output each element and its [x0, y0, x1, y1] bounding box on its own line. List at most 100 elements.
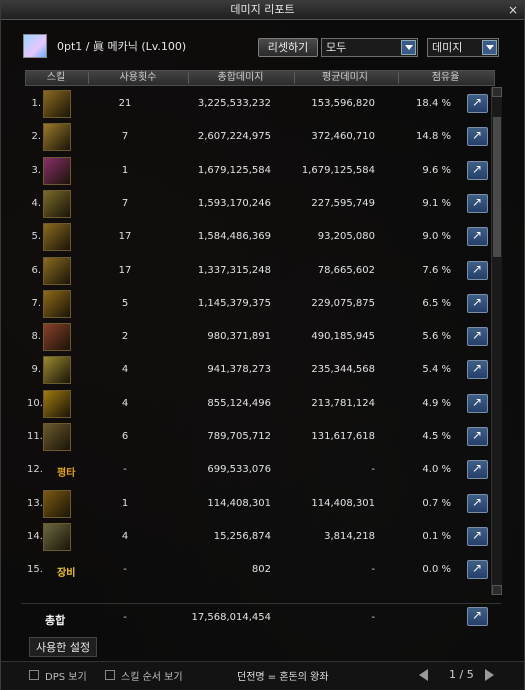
- skill-icon: [43, 323, 71, 352]
- skill-icon: [43, 423, 71, 451]
- window-title: 데미지 리포트: [230, 3, 295, 16]
- scrollbar[interactable]: [491, 87, 502, 595]
- row-rank: 12.: [27, 464, 43, 476]
- row-count: 6: [121, 431, 129, 442]
- col-share: 점유율: [431, 72, 460, 83]
- share-icon[interactable]: [467, 293, 488, 313]
- row-avg: 1,679,125,584: [301, 164, 375, 176]
- row-avg: 229,075,875: [311, 297, 375, 309]
- row-share: 4.9 %: [422, 397, 451, 409]
- row-total: 1,584,486,369: [197, 231, 271, 243]
- filter-select[interactable]: 모두: [321, 38, 418, 57]
- table-row: 4. 7 1,593,170,246 227,595,749 9.1 %: [25, 188, 495, 221]
- share-icon[interactable]: [467, 607, 488, 626]
- row-skill-label: 장비: [57, 568, 76, 580]
- row-rank: 5.: [31, 231, 41, 243]
- share-icon[interactable]: [467, 393, 488, 413]
- share-icon[interactable]: [467, 227, 488, 247]
- skill-order-checkbox[interactable]: [105, 670, 115, 680]
- table-row: 9. 4 941,378,273 235,344,568 5.4 %: [25, 354, 495, 387]
- dps-label: DPS 보기: [45, 672, 87, 683]
- chevron-down-icon: [482, 40, 497, 55]
- table-row: 13. 1 114,408,301 114,408,301 0.7 %: [25, 488, 495, 521]
- row-share: 4.0 %: [422, 464, 451, 476]
- row-avg: 3,814,218: [324, 530, 375, 542]
- share-icon[interactable]: [467, 94, 488, 113]
- share-icon[interactable]: [467, 260, 488, 280]
- row-avg: 114,408,301: [311, 497, 375, 509]
- skill-icon: [43, 123, 71, 152]
- metric-select[interactable]: 데미지: [427, 38, 499, 57]
- share-icon[interactable]: [467, 193, 488, 213]
- row-rank: 14.: [27, 530, 43, 542]
- row-avg: 490,185,945: [311, 331, 375, 343]
- share-icon[interactable]: [467, 460, 488, 480]
- row-share: 0.1 %: [422, 530, 451, 542]
- used-settings-tab[interactable]: 사용한 설정: [29, 637, 98, 657]
- share-icon[interactable]: [467, 493, 488, 513]
- skill-icon: [43, 156, 71, 185]
- row-rank: 6.: [31, 264, 41, 276]
- row-rank: 11.: [27, 431, 43, 442]
- dungeon-name: 던전명 = 혼돈의 왕좌: [237, 672, 329, 683]
- row-avg: -: [371, 464, 375, 476]
- row-rank: 4.: [31, 197, 41, 209]
- share-icon[interactable]: [467, 327, 488, 347]
- share-icon[interactable]: [467, 526, 488, 546]
- row-rank: 8.: [31, 331, 41, 343]
- scroll-thumb[interactable]: [493, 117, 501, 257]
- table-row: 7. 5 1,145,379,375 229,075,875 6.5 %: [25, 288, 495, 321]
- row-rank: 9.: [31, 364, 41, 376]
- table-row: 6. 17 1,337,315,248 78,665,602 7.6 %: [25, 255, 495, 288]
- row-avg: 235,344,568: [311, 364, 375, 376]
- skill-icon: [43, 489, 71, 518]
- chevron-down-icon: [401, 40, 416, 55]
- skill-icon: [43, 356, 71, 385]
- row-share: 0.7 %: [422, 497, 451, 509]
- filter-select-value: 모두: [326, 41, 347, 54]
- row-total: 699,533,076: [207, 464, 271, 476]
- row-count: 1: [121, 497, 129, 509]
- row-total: 802: [251, 564, 271, 576]
- skill-icon: [43, 389, 71, 418]
- scroll-up-icon[interactable]: [492, 87, 502, 97]
- row-share: 5.6 %: [422, 331, 451, 343]
- skill-order-label: 스킬 순서 보기: [121, 672, 183, 683]
- dps-checkbox[interactable]: [29, 670, 39, 680]
- share-icon[interactable]: [467, 160, 488, 180]
- table-row: 1. 21 3,225,533,232 153,596,820 18.4 %: [25, 88, 495, 121]
- row-rank: 2.: [31, 131, 41, 143]
- row-total: 941,378,273: [207, 364, 271, 376]
- row-count: 1: [121, 164, 129, 176]
- share-icon[interactable]: [467, 127, 488, 147]
- scroll-down-icon[interactable]: [492, 585, 502, 595]
- row-total: 855,124,496: [207, 397, 271, 409]
- table-row: 3. 1 1,679,125,584 1,679,125,584 9.6 %: [25, 155, 495, 188]
- row-total: 789,705,712: [207, 431, 271, 442]
- table-header: 스킬 사용횟수 총합데미지 평균데미지 점유율: [25, 70, 495, 86]
- row-avg: 213,781,124: [311, 397, 375, 409]
- row-count: 4: [121, 530, 129, 542]
- share-icon[interactable]: [467, 427, 488, 446]
- share-icon[interactable]: [467, 560, 488, 580]
- row-count: 2: [121, 331, 129, 343]
- row-total: 1,679,125,584: [197, 164, 271, 176]
- summary-total: 17,568,014,454: [191, 612, 271, 623]
- title-bar[interactable]: 데미지 리포트 ×: [1, 1, 524, 20]
- summary-avg: -: [371, 612, 375, 623]
- row-count: 17: [118, 264, 132, 276]
- row-share: 9.1 %: [422, 197, 451, 209]
- row-share: 14.8 %: [416, 131, 451, 143]
- close-icon[interactable]: ×: [506, 1, 520, 19]
- skill-icon: [43, 189, 71, 218]
- row-total: 3,225,533,232: [197, 98, 271, 109]
- col-total: 총합데미지: [217, 72, 264, 83]
- reset-button[interactable]: 리셋하기: [258, 38, 318, 57]
- share-icon[interactable]: [467, 360, 488, 380]
- row-avg: 153,596,820: [311, 98, 375, 109]
- page-prev-icon[interactable]: [419, 669, 428, 681]
- row-rank: 7.: [31, 297, 41, 309]
- row-share: 9.0 %: [422, 231, 451, 243]
- row-total: 1,145,379,375: [197, 297, 271, 309]
- page-next-icon[interactable]: [485, 669, 494, 681]
